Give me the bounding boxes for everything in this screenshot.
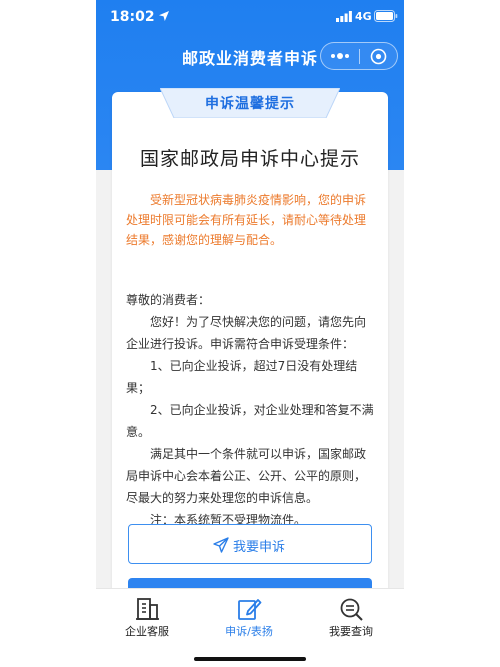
condition-2: 2、已向企业投诉，对企业处理和答复不满意。 — [126, 403, 374, 439]
instruction-paragraph: 您好！为了尽快解决您的问题，请您先向企业进行投诉。申诉需符合申诉受理条件： — [126, 315, 367, 351]
nav-bar: 邮政业消费者申诉 — [96, 36, 404, 76]
mini-program-capsule — [320, 42, 398, 70]
epidemic-notice: 受新型冠状病毒肺炎疫情影响，您的申诉处理时限可能会有所有延长，请耐心等待处理结果… — [126, 193, 367, 247]
tab-label: 我要查询 — [329, 625, 373, 638]
location-arrow-icon — [159, 11, 169, 21]
more-icon[interactable] — [329, 52, 351, 60]
signal-icon — [336, 11, 352, 22]
network-type: 4G — [355, 10, 372, 23]
condition-1: 1、已向企业投诉，超过7日没有处理结果； — [126, 359, 358, 395]
tab-enterprise-service[interactable]: 企业客服 — [96, 589, 198, 649]
home-indicator — [194, 657, 306, 661]
tab-label: 申诉/表扬 — [225, 625, 273, 638]
paper-plane-icon — [213, 537, 229, 553]
ribbon-banner: 申诉温馨提示 — [160, 88, 340, 118]
instruction-paragraph: 满足其中一个条件就可以申诉，国家邮政局申诉中心会本着公正、公开、公平的原则，尽最… — [126, 447, 367, 505]
phone-screen: 18:02 4G 邮政业消费者申诉 申诉温馨提示 国家邮政局申诉中心提示 受新型… — [96, 0, 404, 667]
status-bar: 18:02 4G — [96, 0, 404, 34]
tab-complain-praise[interactable]: 申诉/表扬 — [198, 589, 300, 649]
capsule-divider — [359, 49, 360, 64]
notice-card: 申诉温馨提示 国家邮政局申诉中心提示 受新型冠状病毒肺炎疫情影响，您的申诉处理时… — [112, 88, 388, 612]
edit-icon — [238, 599, 262, 620]
search-list-icon — [340, 598, 363, 621]
status-time: 18:02 — [110, 9, 155, 25]
complain-button[interactable]: 我要申诉 — [128, 524, 372, 564]
tab-query[interactable]: 我要查询 — [300, 589, 402, 649]
battery-icon — [374, 10, 398, 22]
consumer-instructions: 尊敬的消费者： 您好！为了尽快解决您的问题，请您先向企业进行投诉。申诉需符合申诉… — [126, 289, 376, 531]
greeting: 尊敬的消费者： — [126, 293, 211, 307]
close-miniprogram-icon[interactable] — [370, 48, 387, 65]
tab-label: 企业客服 — [125, 625, 169, 638]
building-icon — [136, 598, 159, 620]
card-title: 国家邮政局申诉中心提示 — [139, 148, 360, 170]
tab-bar: 企业客服 申诉/表扬 我要查询 — [96, 588, 404, 667]
complain-button-label: 我要申诉 — [233, 540, 286, 555]
ribbon-label: 申诉温馨提示 — [205, 96, 295, 112]
